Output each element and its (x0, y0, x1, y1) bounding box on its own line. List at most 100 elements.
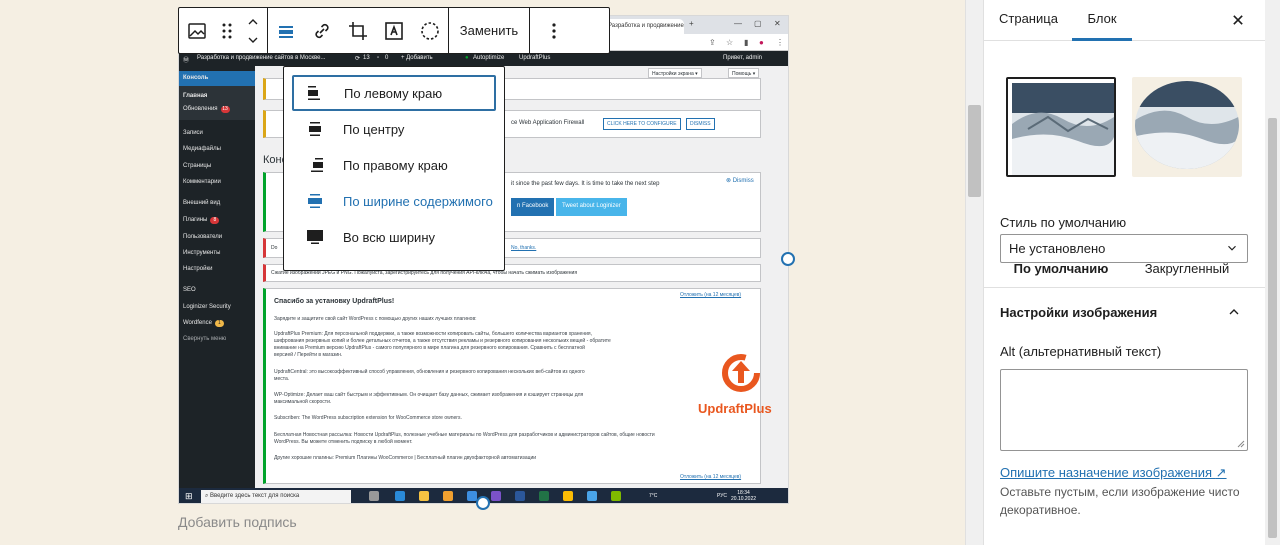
sidebar-scrollbar-thumb[interactable] (1268, 118, 1277, 538)
align-option-center[interactable]: По центру (292, 111, 496, 147)
edge-icon (395, 491, 405, 501)
menu-dashboard: Консоль (183, 75, 209, 81)
link-button[interactable] (304, 8, 340, 53)
align-option-label: По правому краю (343, 157, 448, 173)
describe-purpose-link[interactable]: Опишите назначение изображения ↗ (1000, 465, 1227, 481)
style-option-default[interactable]: По умолчанию (1006, 77, 1116, 276)
add-new: + Добавить (401, 55, 433, 61)
sidebar-scrollbar[interactable] (1265, 0, 1280, 545)
tab-page[interactable]: Страница (999, 0, 1073, 41)
default-style-label: Стиль по умолчанию (1000, 215, 1127, 230)
default-style-select[interactable]: Не установлено (1000, 234, 1248, 263)
updates-icon: ⟳ (355, 56, 361, 62)
more-vertical-icon (552, 22, 556, 39)
drag-handle-icon (222, 23, 232, 38)
move-up-icon (248, 18, 258, 24)
browser-menu-icon: ⋮ (776, 38, 784, 47)
updraft-notice: Спасибо за установку UpdraftPlus! Отложи… (263, 288, 772, 484)
comments-icon: ▫ (377, 55, 380, 61)
updraft-link: UpdraftPlus (519, 55, 551, 61)
chevron-up-icon[interactable] (1226, 304, 1242, 320)
browser-tab: Разработка и продвижение сайтов в Москве… (604, 19, 684, 34)
align-button[interactable] (268, 8, 304, 53)
style-preview-rounded (1132, 77, 1242, 177)
text-overlay-button[interactable] (376, 8, 412, 53)
editor-canvas: Разработка и продвижение сайтов в Москве… (0, 0, 965, 545)
sidebar-tabs: Страница Блок (984, 0, 1265, 41)
block-movers (239, 8, 267, 53)
image-settings-title[interactable]: Настройки изображения (1000, 305, 1157, 320)
align-wide-icon (303, 189, 327, 213)
dismiss-x-icon: ⊗ (726, 178, 732, 184)
canvas-scrollbar-thumb[interactable] (968, 105, 981, 197)
search-icon: ⌕ (205, 493, 209, 499)
align-option-label: Во всю ширину (343, 229, 435, 245)
files-icon (443, 491, 453, 501)
status-dot-icon: ● (465, 55, 469, 61)
explorer-icon (419, 491, 429, 501)
caption-input[interactable]: Добавить подпись (178, 514, 297, 530)
close-icon[interactable] (1228, 10, 1248, 30)
new-tab-icon: + (689, 19, 694, 28)
menu-seo: SEO (183, 287, 196, 293)
help-button: Помощь ▾ (728, 68, 760, 78)
site-name: Разработка и продвижение сайтов в Москве… (197, 55, 326, 61)
menu-wordfence: Wordfence 1 (183, 320, 224, 327)
options-button[interactable] (530, 8, 578, 53)
weather: 7°C (649, 493, 658, 499)
menu-plugins: Плагины 8 (183, 217, 220, 224)
canvas-scrollbar[interactable] (965, 0, 983, 545)
toolbar-group-tools (268, 8, 449, 53)
updraft-logo: UpdraftPlus (698, 351, 788, 421)
wp-admin-menu: Консоль Главная Обновления 13 Записи Меди… (179, 66, 255, 488)
maximize-icon: ▢ (754, 19, 762, 28)
alt-help-text: Оставьте пустым, если изображение чисто … (1000, 485, 1240, 517)
crop-button[interactable] (340, 8, 376, 53)
external-link-icon: ↗ (1215, 465, 1227, 480)
align-option-full[interactable]: Во всю ширину (292, 219, 496, 255)
menu-appearance: Внешний вид (183, 200, 221, 206)
block-type-button[interactable] (179, 8, 215, 53)
block-toolbar: Заменить (178, 7, 610, 54)
comments-count: 0 (385, 55, 389, 61)
taskview-icon (369, 491, 379, 501)
default-style-value: Не установлено (1009, 241, 1106, 256)
star-icon: ☆ (726, 38, 734, 47)
section-divider (984, 287, 1265, 288)
resize-handle-right[interactable] (781, 252, 795, 266)
align-option-label: По левому краю (344, 85, 443, 101)
app-icon (611, 491, 621, 501)
wp-logo-icon: Ⓦ (183, 58, 190, 64)
image-icon (188, 22, 206, 39)
viber-icon (491, 491, 501, 501)
rounded-mountain-image-icon (1135, 81, 1239, 169)
move-down-button[interactable] (245, 31, 261, 49)
facebook-button: n Facebook (511, 198, 555, 216)
tweet-button: Tweet about Loginizer (556, 198, 627, 216)
duotone-button[interactable] (412, 8, 448, 53)
tab-block[interactable]: Блок (1072, 0, 1132, 41)
dismiss-button: DISMISS (686, 118, 715, 130)
dashed-circle-icon (421, 21, 439, 40)
align-option-left[interactable]: По левому краю (292, 75, 496, 111)
excel-icon (539, 491, 549, 501)
minimize-icon: — (734, 19, 742, 28)
menu-home: Главная (183, 93, 208, 99)
drag-button[interactable] (215, 8, 239, 53)
loginizer-dismiss: ⊗ Dismiss (726, 178, 754, 184)
style-option-rounded[interactable]: Закругленный (1132, 77, 1242, 276)
window-close-icon: ✕ (774, 19, 781, 28)
replace-button[interactable]: Заменить (449, 8, 529, 53)
resize-handle-bottom[interactable] (476, 496, 490, 510)
text-overlay-icon (385, 21, 403, 40)
alt-text-input[interactable] (1000, 369, 1248, 451)
configure-button: CLICK HERE TO CONFIGURE (603, 118, 681, 130)
align-dropdown: По левому краю По центру По правому краю… (283, 66, 505, 271)
resize-grip-icon[interactable] (1237, 440, 1245, 448)
style-label-rounded: Закругленный (1144, 261, 1230, 276)
sidepanel-icon: ▮ (744, 38, 749, 47)
move-up-button[interactable] (245, 13, 261, 31)
move-down-icon (248, 37, 258, 43)
align-option-right[interactable]: По правому краю (292, 147, 496, 183)
align-option-wide[interactable]: По ширине содержимого (292, 183, 496, 219)
